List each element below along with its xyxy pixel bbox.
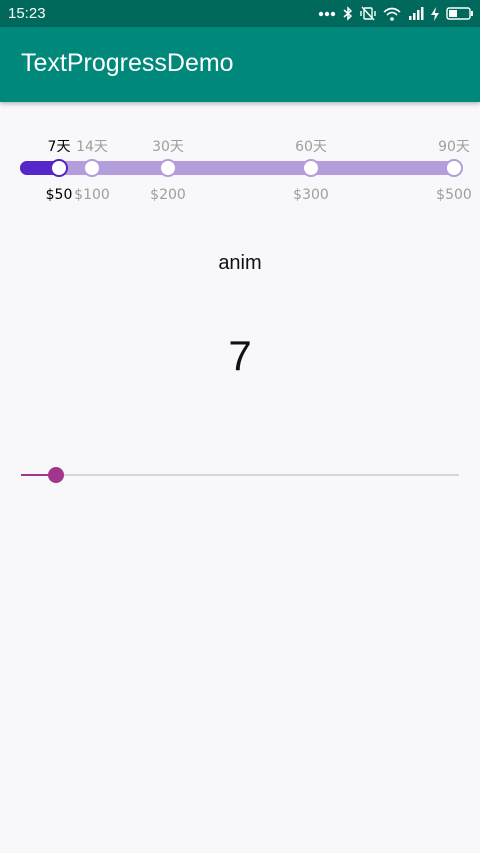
status-bar: 15:23 [0,0,480,27]
step-top-label: 30天 [152,139,184,155]
seekbar[interactable] [21,464,459,486]
step-top-label: 90天 [438,139,470,155]
app-title: TextProgressDemo [21,49,234,77]
wifi-icon [383,7,401,21]
battery-icon [446,7,474,20]
step-bottom-label: $300 [293,187,329,203]
signal-icon [408,7,424,20]
step-top-label: 60天 [295,139,327,155]
step-bottom-label: $100 [74,187,110,203]
charging-icon [431,6,439,21]
step-node[interactable] [159,159,177,177]
step-node[interactable] [445,159,463,177]
step-node[interactable] [83,159,101,177]
seekbar-thumb[interactable] [48,467,64,483]
vibrate-icon [360,6,376,21]
status-time: 15:23 [8,5,46,22]
step-node[interactable] [50,159,68,177]
step-bottom-label: $500 [436,187,472,203]
step-bottom-label: $200 [150,187,186,203]
anim-button[interactable]: anim [190,248,290,278]
step-progress-bar[interactable]: 7天 14天 30天 60天 90天 $50 $100 $200 $300 $5… [0,130,480,210]
step-bottom-label: $50 [45,187,73,203]
step-top-label: 7天 [47,139,71,155]
step-top-label: 14天 [76,139,108,155]
status-icons [318,4,474,23]
more-dots-icon [318,11,336,17]
bluetooth-icon [343,6,353,21]
seekbar-track [21,474,459,476]
step-node[interactable] [302,159,320,177]
app-bar: TextProgressDemo [0,27,480,102]
value-display: 7 [228,332,252,379]
